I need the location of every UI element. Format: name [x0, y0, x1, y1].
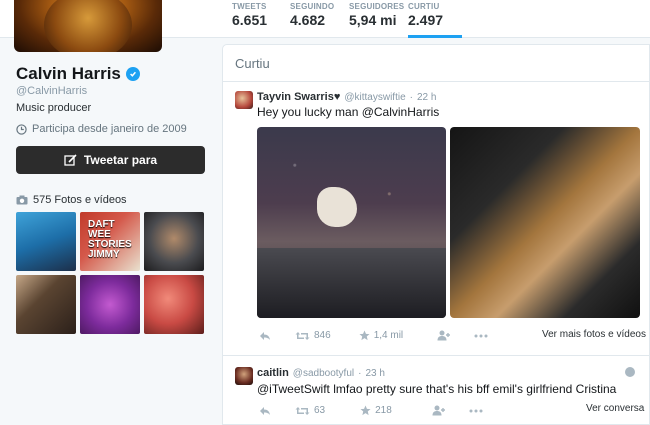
tweet-to-label: Tweetar para	[83, 153, 158, 167]
add-user-icon	[437, 330, 451, 341]
more-icon	[474, 334, 488, 337]
tab-following-count: 4.682	[290, 12, 326, 28]
tweet-author-handle[interactable]: @kittayswiftie	[344, 92, 405, 103]
like-count: 1,4 mil	[373, 330, 404, 341]
follow-user-button[interactable]	[437, 330, 451, 341]
profile-name-row: Calvin Harris	[16, 64, 140, 84]
more-icon	[469, 409, 483, 412]
tweet-author-name[interactable]: caitlin	[257, 367, 289, 379]
star-icon	[359, 330, 370, 341]
tweet-header: Tayvin Swarris♥ @kittayswiftie · 22 h	[257, 91, 436, 103]
likes-timeline: Curtiu Tayvin Swarris♥ @kittayswiftie · …	[222, 44, 650, 425]
verified-icon	[125, 67, 140, 81]
retweet-icon	[295, 406, 310, 415]
reply-button[interactable]	[259, 331, 271, 341]
tab-followers-label: SEGUIDORES	[349, 2, 405, 11]
retweet-count: 63	[314, 405, 326, 416]
profile-handle[interactable]: @CalvinHarris	[16, 85, 87, 97]
see-more-media-link[interactable]: Ver mais fotos e vídeos	[542, 329, 646, 340]
retweet-button[interactable]: 846	[295, 330, 331, 341]
divider	[223, 355, 649, 356]
globe-icon	[625, 367, 635, 377]
tab-tweets-count: 6.651	[232, 12, 268, 28]
tweet-avatar[interactable]	[235, 91, 253, 109]
photo-grid: DAFT WEE STORIES JIMMY	[16, 212, 205, 334]
tweet-to-button[interactable]: Tweetar para	[16, 146, 205, 174]
photo-thumbnail[interactable]: DAFT WEE STORIES JIMMY	[80, 212, 140, 271]
photo-thumbnail[interactable]	[80, 275, 140, 334]
joined-text: Participa desde janeiro de 2009	[32, 123, 187, 135]
photo-thumbnail[interactable]	[144, 212, 204, 271]
tab-likes[interactable]: CURTIU 2.497	[408, 2, 462, 38]
tweet-header: caitlin @sadbootyful · 23 h	[257, 367, 385, 379]
performer-image	[317, 187, 357, 227]
tab-likes-label: CURTIU	[408, 2, 440, 11]
thumbnail-caption: DAFT WEE STORIES JIMMY	[88, 219, 132, 260]
profile-bio: Music producer	[16, 102, 92, 114]
retweet-button[interactable]: 63	[295, 405, 325, 416]
photo-thumbnail[interactable]	[16, 275, 76, 334]
clock-icon	[16, 123, 27, 135]
like-button[interactable]: 1,4 mil	[359, 330, 403, 341]
profile-avatar[interactable]	[14, 0, 162, 52]
tweet-photo[interactable]	[450, 127, 640, 318]
tweet-timestamp[interactable]: 22 h	[417, 92, 436, 103]
more-options-button[interactable]	[474, 334, 488, 338]
add-user-icon	[432, 405, 445, 416]
like-count: 218	[375, 405, 392, 416]
tab-tweets-label: TWEETS	[232, 2, 267, 11]
star-icon	[360, 405, 371, 416]
photo-thumbnail[interactable]	[16, 212, 76, 271]
tweet-photo[interactable]	[257, 127, 446, 318]
tweet-author-handle[interactable]: @sadbootyful	[293, 368, 354, 379]
tweet-text: Hey you lucky man @CalvinHarris	[257, 105, 440, 119]
tweet-avatar[interactable]	[235, 367, 253, 385]
follow-user-button[interactable]	[432, 405, 445, 416]
like-button[interactable]: 218	[360, 405, 392, 416]
reply-button[interactable]	[259, 406, 271, 416]
tweet-text: @iTweetSwift lmfao pretty sure that's hi…	[257, 382, 617, 396]
stage-image	[257, 248, 446, 318]
more-options-button[interactable]	[469, 409, 483, 413]
tweet-author-name[interactable]: Tayvin Swarris♥	[257, 91, 340, 103]
tweet-time-sep: ·	[358, 368, 362, 379]
divider	[223, 81, 649, 82]
profile-name[interactable]: Calvin Harris	[16, 64, 121, 84]
retweet-icon	[295, 331, 310, 340]
photos-header[interactable]: 575 Fotos e vídeos	[16, 194, 127, 206]
view-conversation-link[interactable]: Ver conversa	[586, 403, 644, 414]
tab-following-label: SEGUINDO	[290, 2, 335, 11]
tweet-actions: 846 1,4 mil	[259, 330, 488, 341]
photo-thumbnail[interactable]	[144, 275, 204, 334]
timeline-title: Curtiu	[235, 56, 270, 71]
reply-icon	[260, 331, 270, 340]
retweet-count: 846	[314, 330, 331, 341]
tab-followers[interactable]: SEGUIDORES 5,94 mi	[349, 2, 404, 28]
tweet-timestamp[interactable]: 23 h	[365, 368, 384, 379]
profile-joined: Participa desde janeiro de 2009	[16, 123, 187, 135]
tab-likes-count: 2.497	[408, 12, 444, 28]
compose-icon	[64, 154, 77, 166]
tab-tweets[interactable]: TWEETS 6.651	[232, 2, 267, 28]
camera-icon	[16, 195, 28, 205]
lion-image	[44, 0, 132, 52]
tweet-time-sep: ·	[409, 92, 413, 103]
tweet-actions: 63 218	[259, 405, 483, 416]
tab-followers-count: 5,94 mi	[349, 12, 397, 28]
photos-label: 575 Fotos e vídeos	[33, 194, 127, 206]
tab-following[interactable]: SEGUINDO 4.682	[290, 2, 334, 28]
reply-icon	[260, 406, 270, 415]
